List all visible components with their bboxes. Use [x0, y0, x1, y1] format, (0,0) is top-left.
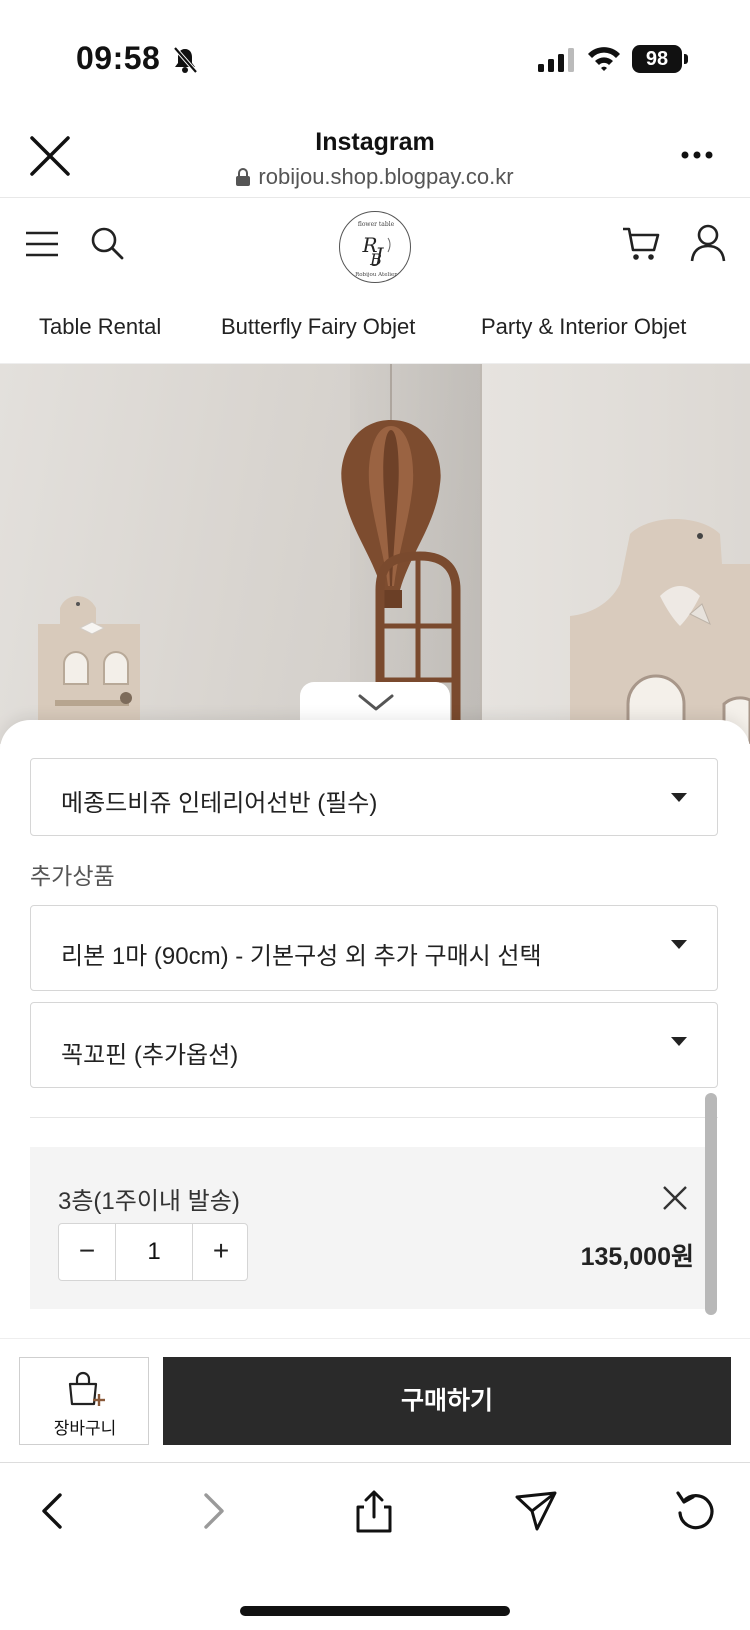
selected-option-name: 3층(1주이내 발송): [58, 1188, 240, 1215]
addon-section-label: 추가상품: [30, 863, 115, 889]
battery-cap: [684, 54, 688, 64]
back-icon[interactable]: [32, 1489, 76, 1533]
share-icon[interactable]: [352, 1489, 396, 1533]
in-app-browser-header: Instagram robijou.shop.blogpay.co.kr: [0, 110, 750, 198]
main-option-select-value: 메종드비쥬 인테리어선반 (필수): [61, 790, 378, 817]
reload-icon[interactable]: [674, 1489, 718, 1533]
cart-icon[interactable]: [622, 226, 660, 262]
addon-ribbon-select-value: 리본 1마 (90cm) - 기본구성 외 추가 구매시 선택: [61, 943, 542, 970]
svg-text:B: B: [369, 250, 382, 269]
quantity-stepper: − 1 +: [58, 1223, 248, 1281]
close-icon[interactable]: [662, 1185, 688, 1211]
chevron-down-icon[interactable]: [358, 694, 394, 712]
lock-icon: [236, 168, 251, 186]
add-to-cart-label: 장바구니: [53, 1419, 117, 1438]
scrollbar[interactable]: [705, 1093, 717, 1315]
nav-item-table-rental[interactable]: Table Rental: [39, 314, 161, 340]
logo-monogram-graphic: flower table R J B Robijou Atelier: [355, 221, 397, 278]
addon-pin-select-value: 꼭꼬핀 (추가옵션): [61, 1042, 239, 1069]
user-account-icon[interactable]: [690, 224, 726, 262]
addon-ribbon-select[interactable]: 리본 1마 (90cm) - 기본구성 외 추가 구매시 선택: [30, 905, 718, 991]
site-header: flower table R J B Robijou Atelier: [0, 198, 750, 294]
quantity-value[interactable]: 1: [115, 1224, 193, 1280]
shopping-bag-add-icon: [68, 1371, 105, 1406]
caret-down-icon: [671, 940, 687, 949]
purchase-action-bar: 장바구니 구매하기: [0, 1338, 750, 1458]
nav-item-party-interior-objet[interactable]: Party & Interior Objet: [481, 314, 686, 340]
more-options-icon[interactable]: [680, 150, 714, 160]
browser-title: Instagram: [315, 128, 435, 156]
send-icon[interactable]: [514, 1489, 558, 1533]
buy-now-button[interactable]: 구매하기: [163, 1357, 731, 1445]
url-text: robijou.shop.blogpay.co.kr: [258, 164, 514, 189]
browser-url[interactable]: robijou.shop.blogpay.co.kr: [0, 164, 750, 190]
category-nav: Table Rental Butterfly Fairy Objet Party…: [0, 294, 750, 364]
status-bar: 09:58 98: [0, 0, 750, 110]
home-indicator: [240, 1606, 510, 1616]
signal-icon: [538, 48, 574, 72]
caret-down-icon: [671, 1037, 687, 1046]
addon-pin-select[interactable]: 꼭꼬핀 (추가옵션): [30, 1002, 718, 1088]
status-time: 09:58: [76, 40, 161, 76]
main-option-select[interactable]: 메종드비쥬 인테리어선반 (필수): [30, 758, 718, 836]
add-to-cart-button[interactable]: 장바구니: [19, 1357, 149, 1445]
svg-text:flower table: flower table: [358, 221, 395, 228]
product-image: [0, 364, 750, 744]
selected-option-card: 3층(1주이내 발송) − 1 + 135,000원: [30, 1147, 708, 1309]
selected-option-price: 135,000원: [580, 1243, 694, 1271]
quantity-increase-button[interactable]: +: [193, 1224, 249, 1280]
bell-muted-icon: [173, 46, 198, 74]
search-icon[interactable]: [90, 226, 124, 260]
svg-text:Robijou Atelier: Robijou Atelier: [355, 272, 397, 278]
battery-indicator: 98: [632, 45, 682, 73]
brand-logo[interactable]: flower table R J B Robijou Atelier: [339, 211, 411, 283]
options-divider: [30, 1117, 718, 1118]
browser-toolbar: [0, 1462, 750, 1630]
caret-down-icon: [671, 793, 687, 802]
wifi-icon: [588, 47, 620, 71]
hamburger-menu-icon[interactable]: [26, 230, 58, 258]
quantity-decrease-button[interactable]: −: [59, 1224, 115, 1280]
nav-item-butterfly-fairy-objet[interactable]: Butterfly Fairy Objet: [221, 314, 415, 340]
forward-icon[interactable]: [190, 1489, 234, 1533]
